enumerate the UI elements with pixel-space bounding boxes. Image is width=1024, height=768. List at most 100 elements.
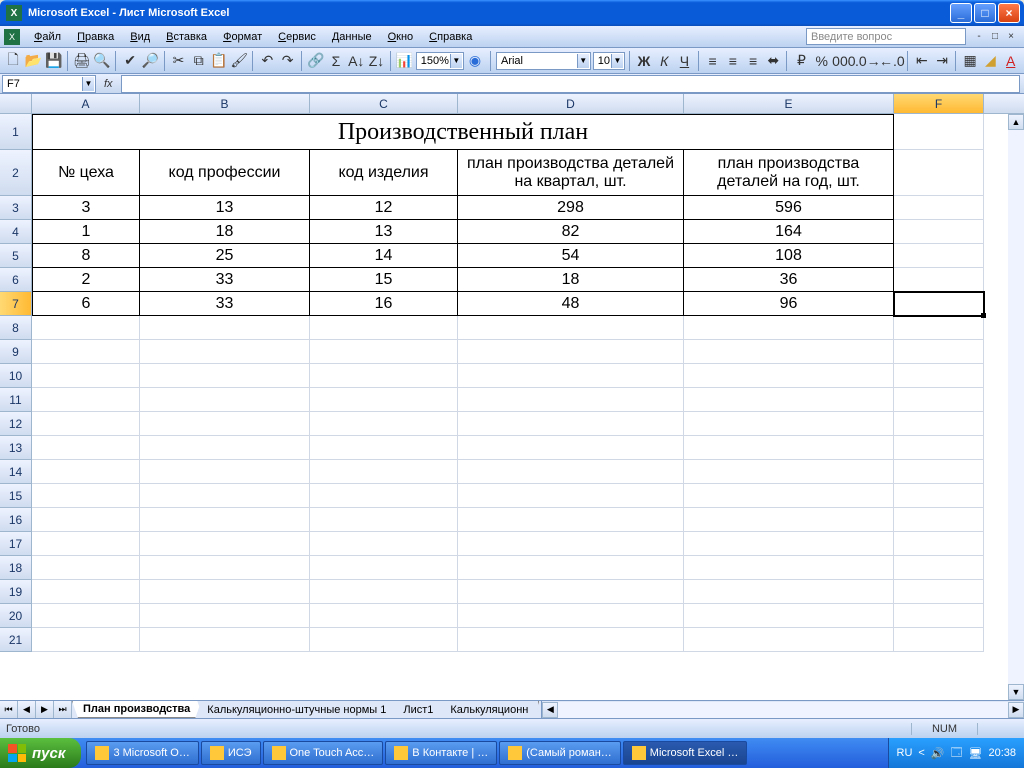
cell-D2[interactable]: план производства деталей на квартал, шт… bbox=[458, 150, 684, 196]
cell-A17[interactable] bbox=[32, 532, 140, 556]
window-maximize-button[interactable]: □ bbox=[974, 3, 996, 23]
cell-F2[interactable] bbox=[894, 150, 984, 196]
align-left-button[interactable]: ≡ bbox=[703, 50, 721, 72]
cell-A2[interactable]: № цеха bbox=[32, 150, 140, 196]
menu-формат[interactable]: Формат bbox=[215, 29, 270, 45]
tab-nav-prev[interactable]: ◀ bbox=[18, 701, 36, 718]
row-header-16[interactable]: 16 bbox=[0, 508, 32, 532]
align-center-button[interactable]: ≡ bbox=[724, 50, 742, 72]
cell-E6[interactable]: 36 bbox=[684, 268, 894, 292]
row-header-3[interactable]: 3 bbox=[0, 196, 32, 220]
cell-B12[interactable] bbox=[140, 412, 310, 436]
menu-окно[interactable]: Окно bbox=[380, 29, 422, 45]
mdi-restore-button[interactable]: □ bbox=[988, 30, 1002, 44]
cell-D21[interactable] bbox=[458, 628, 684, 652]
row-header-10[interactable]: 10 bbox=[0, 364, 32, 388]
zoom-combo[interactable]: 150% ▼ bbox=[416, 52, 464, 70]
cell-F16[interactable] bbox=[894, 508, 984, 532]
cell-C7[interactable]: 16 bbox=[310, 292, 458, 316]
cell-C13[interactable] bbox=[310, 436, 458, 460]
tray-volume-icon[interactable]: 🔊 bbox=[931, 747, 945, 760]
cell-F14[interactable] bbox=[894, 460, 984, 484]
cell-C14[interactable] bbox=[310, 460, 458, 484]
cell-E4[interactable]: 164 bbox=[684, 220, 894, 244]
font-size-combo[interactable]: 10 ▼ bbox=[593, 52, 625, 70]
cell-C6[interactable]: 15 bbox=[310, 268, 458, 292]
taskbar-item[interactable]: ИСЭ bbox=[201, 741, 261, 765]
decrease-indent-button[interactable]: ⇤ bbox=[913, 50, 931, 72]
cell-C9[interactable] bbox=[310, 340, 458, 364]
cell-A12[interactable] bbox=[32, 412, 140, 436]
row-header-5[interactable]: 5 bbox=[0, 244, 32, 268]
open-button[interactable]: 📂 bbox=[24, 50, 42, 72]
cell-E3[interactable]: 596 bbox=[684, 196, 894, 220]
cell-B7[interactable]: 33 bbox=[140, 292, 310, 316]
cell-E10[interactable] bbox=[684, 364, 894, 388]
cell-E9[interactable] bbox=[684, 340, 894, 364]
cell-C4[interactable]: 13 bbox=[310, 220, 458, 244]
cell-E13[interactable] bbox=[684, 436, 894, 460]
cell-C17[interactable] bbox=[310, 532, 458, 556]
cell-E11[interactable] bbox=[684, 388, 894, 412]
cell-D15[interactable] bbox=[458, 484, 684, 508]
fill-color-button[interactable]: ◢ bbox=[981, 50, 999, 72]
cell-C10[interactable] bbox=[310, 364, 458, 388]
sheet-tab[interactable]: Калькуляционн bbox=[440, 701, 539, 718]
menu-правка[interactable]: Правка bbox=[69, 29, 122, 45]
menu-вставка[interactable]: Вставка bbox=[158, 29, 215, 45]
autosum-button[interactable]: Σ bbox=[327, 50, 345, 72]
row-header-14[interactable]: 14 bbox=[0, 460, 32, 484]
borders-button[interactable]: ▦ bbox=[961, 50, 979, 72]
formula-input[interactable] bbox=[121, 75, 1020, 93]
cell-E15[interactable] bbox=[684, 484, 894, 508]
menu-вид[interactable]: Вид bbox=[122, 29, 158, 45]
select-all-corner[interactable] bbox=[0, 94, 32, 113]
cell-F12[interactable] bbox=[894, 412, 984, 436]
column-header-F[interactable]: F bbox=[894, 94, 984, 113]
system-tray[interactable]: RU < 🔊 🗔 🖥 20:38 bbox=[888, 738, 1024, 768]
start-button[interactable]: пуск bbox=[0, 738, 81, 768]
tab-nav-first[interactable]: ⏮ bbox=[0, 701, 18, 718]
window-minimize-button[interactable]: _ bbox=[950, 3, 972, 23]
cell-D3[interactable]: 298 bbox=[458, 196, 684, 220]
scroll-left-button[interactable]: ◀ bbox=[542, 702, 558, 718]
cell-F19[interactable] bbox=[894, 580, 984, 604]
font-combo[interactable]: Arial ▼ bbox=[496, 52, 591, 70]
menu-файл[interactable]: Файл bbox=[26, 29, 69, 45]
cell-D16[interactable] bbox=[458, 508, 684, 532]
cell-B2[interactable]: код профессии bbox=[140, 150, 310, 196]
cell-F17[interactable] bbox=[894, 532, 984, 556]
row-header-17[interactable]: 17 bbox=[0, 532, 32, 556]
cell-A8[interactable] bbox=[32, 316, 140, 340]
cell-C2[interactable]: код изделия bbox=[310, 150, 458, 196]
cell-D4[interactable]: 82 bbox=[458, 220, 684, 244]
cell-C15[interactable] bbox=[310, 484, 458, 508]
column-header-C[interactable]: C bbox=[310, 94, 458, 113]
paste-button[interactable]: 📋 bbox=[210, 50, 228, 72]
cell-A11[interactable] bbox=[32, 388, 140, 412]
cell-B15[interactable] bbox=[140, 484, 310, 508]
increase-indent-button[interactable]: ⇥ bbox=[933, 50, 951, 72]
tray-icon[interactable]: < bbox=[918, 747, 924, 759]
comma-button[interactable]: 000 bbox=[833, 50, 855, 72]
cell-C3[interactable]: 12 bbox=[310, 196, 458, 220]
cell-F7[interactable] bbox=[894, 292, 984, 316]
row-header-20[interactable]: 20 bbox=[0, 604, 32, 628]
cell-A15[interactable] bbox=[32, 484, 140, 508]
cell-F4[interactable] bbox=[894, 220, 984, 244]
scroll-down-button[interactable]: ▼ bbox=[1008, 684, 1024, 700]
sort-desc-button[interactable]: Z↓ bbox=[367, 50, 385, 72]
window-close-button[interactable]: × bbox=[998, 3, 1020, 23]
cell-A10[interactable] bbox=[32, 364, 140, 388]
cell-B16[interactable] bbox=[140, 508, 310, 532]
cell-F5[interactable] bbox=[894, 244, 984, 268]
menu-сервис[interactable]: Сервис bbox=[270, 29, 324, 45]
name-box[interactable]: F7 ▼ bbox=[2, 75, 96, 93]
increase-decimal-button[interactable]: .0→ bbox=[857, 50, 879, 72]
cell-F10[interactable] bbox=[894, 364, 984, 388]
row-header-9[interactable]: 9 bbox=[0, 340, 32, 364]
cell-D13[interactable] bbox=[458, 436, 684, 460]
cell-B20[interactable] bbox=[140, 604, 310, 628]
copy-button[interactable]: ⧉ bbox=[190, 50, 208, 72]
cell-B17[interactable] bbox=[140, 532, 310, 556]
